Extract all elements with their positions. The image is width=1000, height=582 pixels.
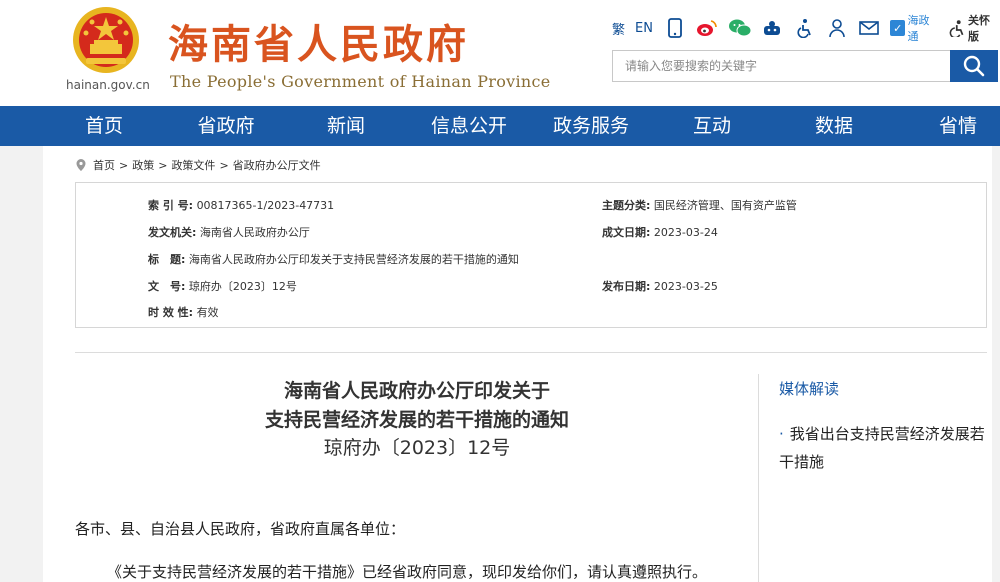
weibo-icon[interactable] — [695, 17, 718, 39]
traditional-chinese-link[interactable]: 繁 — [612, 19, 625, 38]
bullet-icon: · — [779, 425, 784, 443]
nav-item-province-overview[interactable]: 省情 — [928, 106, 988, 146]
meta-title-value: 海南省人民政府办公厅印发关于支持民营经济发展的若干措施的通知 — [188, 253, 519, 266]
media-interpretation-link[interactable]: · 我省出台支持民营经济发展若干措施 — [779, 420, 985, 476]
site-header: hainan.gov.cn 海南省人民政府 The People's Gover… — [0, 0, 1000, 106]
mail-icon[interactable] — [858, 17, 881, 39]
site-title[interactable]: 海南省人民政府 — [168, 12, 469, 70]
nav-item-home[interactable]: 首页 — [70, 106, 138, 146]
search-icon — [963, 55, 985, 77]
sidebar-divider — [758, 374, 759, 582]
article-salutation: 各市、县、自治县人民政府，省政府直属各单位： — [75, 520, 406, 538]
search-input[interactable] — [613, 51, 951, 81]
meta-index-label: 索 引 号: — [148, 199, 194, 212]
meta-publish-date: 发布日期: 2023-03-25 — [602, 278, 718, 294]
meta-validity: 时 效 性: 有效 — [148, 304, 219, 320]
hzt-app-link[interactable]: ✓ 海政通 — [889, 12, 940, 44]
breadcrumb-separator: > — [119, 158, 129, 172]
meta-written-date: 成文日期: 2023-03-24 — [602, 224, 718, 240]
meta-publish-date-value: 2023-03-25 — [653, 280, 718, 293]
breadcrumb-office-documents[interactable]: 省政府办公厅文件 — [233, 157, 321, 173]
meta-doc-number: 文 号: 琼府办〔2023〕12号 — [148, 278, 297, 294]
english-link[interactable]: EN — [635, 21, 653, 36]
document-metadata-box: 索 引 号: 00817365-1/2023-47731 主题分类: 国民经济管… — [75, 182, 987, 328]
meta-validity-value: 有效 — [196, 306, 219, 319]
nav-item-info-disclosure[interactable]: 信息公开 — [425, 106, 513, 146]
meta-topic: 主题分类: 国民经济管理、国有资产监管 — [602, 197, 797, 213]
meta-topic-label: 主题分类: — [602, 199, 651, 212]
meta-doc-number-label: 文 号: — [148, 280, 186, 293]
article-doc-number: 琼府办〔2023〕12号 — [323, 437, 511, 459]
meta-issuer: 发文机关: 海南省人民政府办公厅 — [148, 224, 310, 240]
site-subtitle: The People's Government of Hainan Provin… — [170, 72, 551, 91]
domain-label: hainan.gov.cn — [66, 78, 150, 92]
search-button[interactable] — [950, 50, 998, 82]
breadcrumb: 首页 > 政策 > 政策文件 > 省政府办公厅文件 — [75, 156, 321, 174]
meta-issuer-value: 海南省人民政府办公厅 — [199, 226, 310, 239]
meta-index: 索 引 号: 00817365-1/2023-47731 — [148, 197, 334, 213]
meta-written-date-label: 成文日期: — [602, 226, 651, 239]
breadcrumb-policy[interactable]: 政策 — [132, 157, 154, 173]
breadcrumb-separator: > — [219, 158, 229, 172]
main-nav: 首页 省政府 新闻 信息公开 政务服务 互动 数据 省情 — [0, 106, 1000, 146]
mobile-icon[interactable] — [663, 17, 686, 39]
nav-item-news[interactable]: 新闻 — [316, 106, 376, 146]
article-title-line-2: 支持民营经济发展的若干措施的通知 — [264, 409, 569, 431]
media-interpretation-link-text[interactable]: 我省出台支持民营经济发展若干措施 — [779, 425, 985, 471]
search-box — [612, 50, 998, 82]
robot-icon[interactable] — [761, 17, 784, 39]
location-pin-icon — [76, 159, 86, 171]
meta-doc-number-value: 琼府办〔2023〕12号 — [188, 280, 297, 293]
national-emblem-icon[interactable] — [68, 6, 144, 78]
meta-title-label: 标 题: — [148, 253, 186, 266]
sidebar-heading: 媒体解读 — [779, 380, 840, 398]
nav-item-government-services[interactable]: 政务服务 — [546, 106, 636, 146]
accessibility-icon[interactable] — [793, 17, 816, 39]
hzt-icon: ✓ — [889, 20, 906, 36]
header-tools: 繁 EN ✓ 海政通 关怀版 — [612, 14, 1000, 43]
meta-written-date-value: 2023-03-24 — [653, 226, 718, 239]
breadcrumb-home[interactable]: 首页 — [93, 157, 115, 173]
care-version-link[interactable]: 关怀版 — [949, 12, 1000, 44]
meta-index-value: 00817365-1/2023-47731 — [196, 199, 335, 212]
left-gutter — [0, 146, 43, 582]
breadcrumb-policy-documents[interactable]: 政策文件 — [171, 157, 215, 173]
nav-item-data[interactable]: 数据 — [806, 106, 862, 146]
meta-topic-value: 国民经济管理、国有资产监管 — [653, 199, 797, 212]
article-body-paragraph: 《关于支持民营经济发展的若干措施》已经省政府同意，现印发给你们，请认真遵照执行。 — [107, 563, 708, 581]
care-label: 关怀版 — [967, 14, 990, 43]
meta-issuer-label: 发文机关: — [148, 226, 197, 239]
article-title-line-1: 海南省人民政府办公厅印发关于 — [283, 380, 550, 402]
meta-validity-label: 时 效 性: — [148, 306, 194, 319]
user-icon[interactable] — [825, 17, 848, 39]
meta-publish-date-label: 发布日期: — [602, 280, 651, 293]
wechat-icon[interactable] — [728, 17, 752, 39]
nav-item-interaction[interactable]: 互动 — [684, 106, 740, 146]
nav-item-provincial-government[interactable]: 省政府 — [188, 106, 264, 146]
breadcrumb-separator: > — [158, 158, 168, 172]
meta-title: 标 题: 海南省人民政府办公厅印发关于支持民营经济发展的若干措施的通知 — [148, 251, 519, 267]
care-icon — [949, 20, 963, 37]
hzt-label: 海政通 — [907, 14, 930, 43]
content-divider — [75, 352, 987, 353]
right-gutter — [992, 146, 1000, 582]
